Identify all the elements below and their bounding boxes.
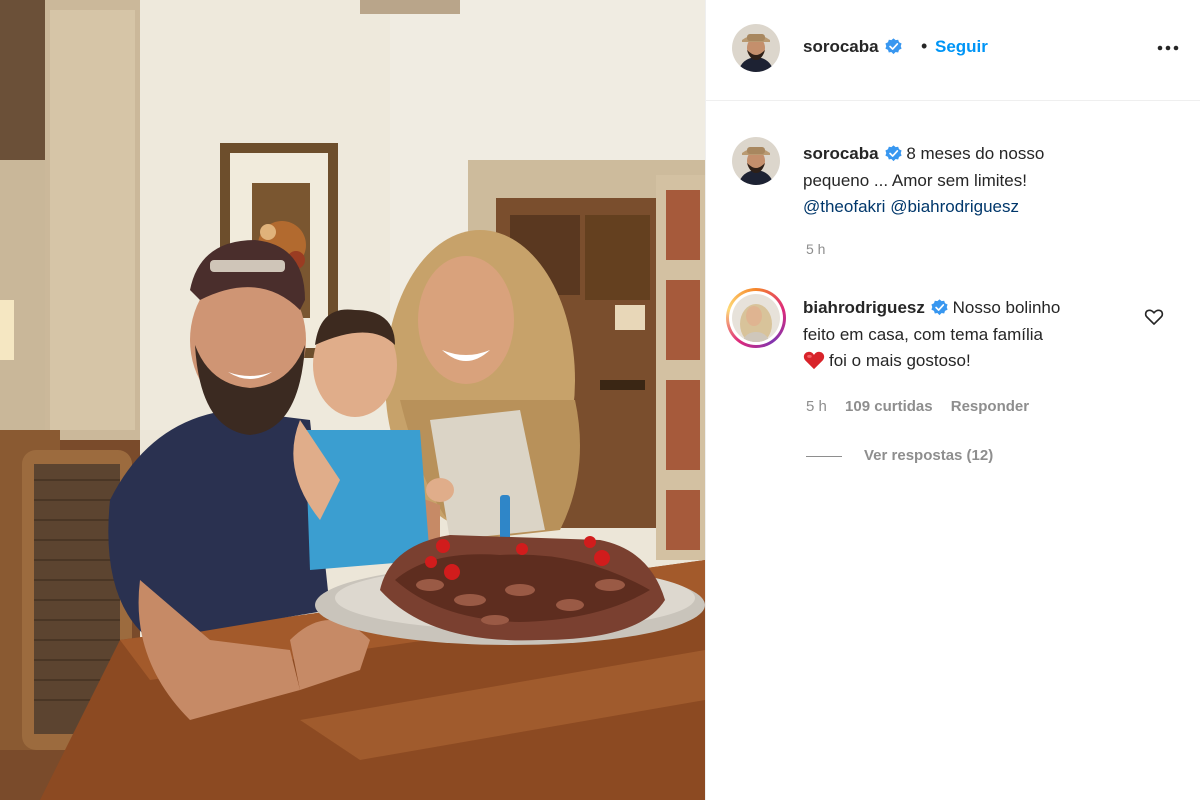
- author-username[interactable]: sorocaba: [803, 37, 902, 57]
- view-replies-label[interactable]: Ver respostas (12): [864, 447, 993, 464]
- comment-username[interactable]: biahrodriguesz: [803, 298, 925, 317]
- verified-badge-icon: [931, 299, 948, 316]
- family-birthday-photo: [0, 0, 705, 800]
- comment-meta: 5 h 109 curtidas Responder: [806, 398, 1043, 415]
- commenter-avatar: [732, 294, 780, 342]
- heart-outline-icon: [1144, 309, 1164, 325]
- post-header: sorocaba • Seguir: [706, 0, 1200, 101]
- comment-likes-count[interactable]: 109 curtidas: [845, 398, 933, 415]
- replies-divider-line: [806, 455, 842, 457]
- follow-button[interactable]: Seguir: [935, 37, 988, 57]
- caption-line-2: pequeno ... Amor sem limites!: [803, 170, 1027, 190]
- comment-line-3: foi o mais gostoso!: [829, 351, 971, 370]
- more-options-button[interactable]: [1156, 38, 1180, 58]
- post-photo[interactable]: [0, 0, 705, 800]
- reply-button[interactable]: Responder: [951, 398, 1029, 415]
- comment-timestamp[interactable]: 5 h: [806, 398, 827, 415]
- commenter-avatar-image: [732, 294, 780, 342]
- caption-timestamp[interactable]: 5 h: [806, 241, 825, 257]
- story-ring-inner: [729, 291, 783, 345]
- comment-item: biahrodriguesz Nosso bolinho feito em ca…: [706, 285, 1200, 485]
- author-avatar-image: [732, 24, 780, 72]
- verified-badge-icon: [885, 38, 902, 55]
- post-caption: sorocaba 8 meses do nosso pequeno ... Am…: [706, 101, 1200, 291]
- view-replies-button[interactable]: Ver respostas (12): [806, 447, 993, 464]
- story-ring-avatar[interactable]: [726, 288, 786, 348]
- caption-author-avatar[interactable]: [732, 137, 780, 185]
- post-side-panel: sorocaba • Seguir sorocaba 8 meses do no…: [705, 0, 1200, 800]
- author-avatar[interactable]: [732, 24, 780, 72]
- caption-text: sorocaba 8 meses do nosso pequeno ... Am…: [803, 141, 1133, 221]
- verified-badge-icon: [885, 145, 902, 162]
- more-options-icon: [1157, 45, 1179, 51]
- caption-username[interactable]: sorocaba: [803, 144, 879, 163]
- author-username-text[interactable]: sorocaba: [803, 37, 879, 56]
- mention-theofakri[interactable]: @theofakri: [803, 197, 885, 216]
- follow-separator-dot: •: [921, 36, 928, 56]
- caption-avatar-image: [732, 137, 780, 185]
- comment-line-1: Nosso bolinho: [952, 298, 1061, 317]
- comment-text: biahrodriguesz Nosso bolinho feito em ca…: [803, 295, 1123, 375]
- caption-line-1: 8 meses do nosso: [906, 144, 1045, 163]
- comment-like-button[interactable]: [1144, 307, 1164, 327]
- comment-line-2: feito em casa, com tema família: [803, 324, 1043, 344]
- mention-biahrodriguesz[interactable]: @biahrodriguesz: [890, 197, 1019, 216]
- red-heart-emoji-icon: [803, 351, 825, 370]
